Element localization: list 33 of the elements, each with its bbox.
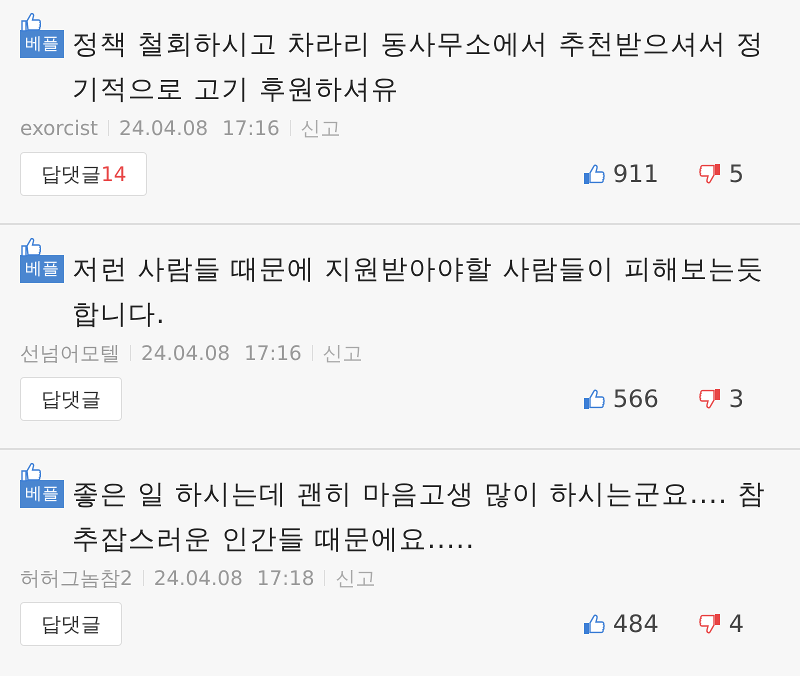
thumbs-down-icon [698,163,721,185]
reply-button[interactable]: 답댓글 [20,377,122,421]
like-button[interactable]: 566 [582,385,659,413]
comment-date: 24.04.08 [141,341,230,365]
dislike-button[interactable]: 4 [698,610,744,638]
reply-button[interactable]: 답댓글14 [20,152,148,196]
author-name: exorcist [20,116,98,140]
comment-date: 24.04.08 [154,566,243,590]
thumbs-up-icon [582,613,605,635]
like-button[interactable]: 911 [582,160,659,188]
comment-date: 24.04.08 [119,116,208,140]
thumbs-up-icon [582,163,605,185]
comment-time: 17:18 [256,566,314,590]
reply-button[interactable]: 답댓글 [20,602,122,646]
comment-time: 17:16 [222,116,280,140]
comment-text: 저런 사람들 때문에 지원받아야할 사람들이 피해보는듯 합니다. [72,253,765,332]
comment-text: 좋은 일 하시는데 괜히 마음고생 많이 하시는군요.... 참 추잡스러운 인간들 때문에요..... [72,478,766,557]
thumbs-up-icon [21,12,41,32]
dislike-button[interactable]: 5 [698,160,744,188]
thumbs-up-icon [582,388,605,410]
author-name: 선넘어모텔 [20,340,120,366]
like-button[interactable]: 484 [582,610,659,638]
dislike-button[interactable]: 3 [698,385,744,413]
best-badge: 베플 [20,255,64,283]
thumbs-up-icon [21,237,41,257]
thumbs-up-icon [21,462,41,482]
thumbs-down-icon [698,388,721,410]
comment-text: 정책 철회하시고 차라리 동사무소에서 추천받으셔서 정기적으로 고기 후원하셔유 [72,28,765,107]
thumbs-down-icon [698,613,721,635]
best-badge: 베플 [20,480,64,508]
author-name: 허허그놈참2 [20,564,133,592]
best-badge: 베플 [20,30,64,58]
comment-time: 17:16 [244,341,302,365]
